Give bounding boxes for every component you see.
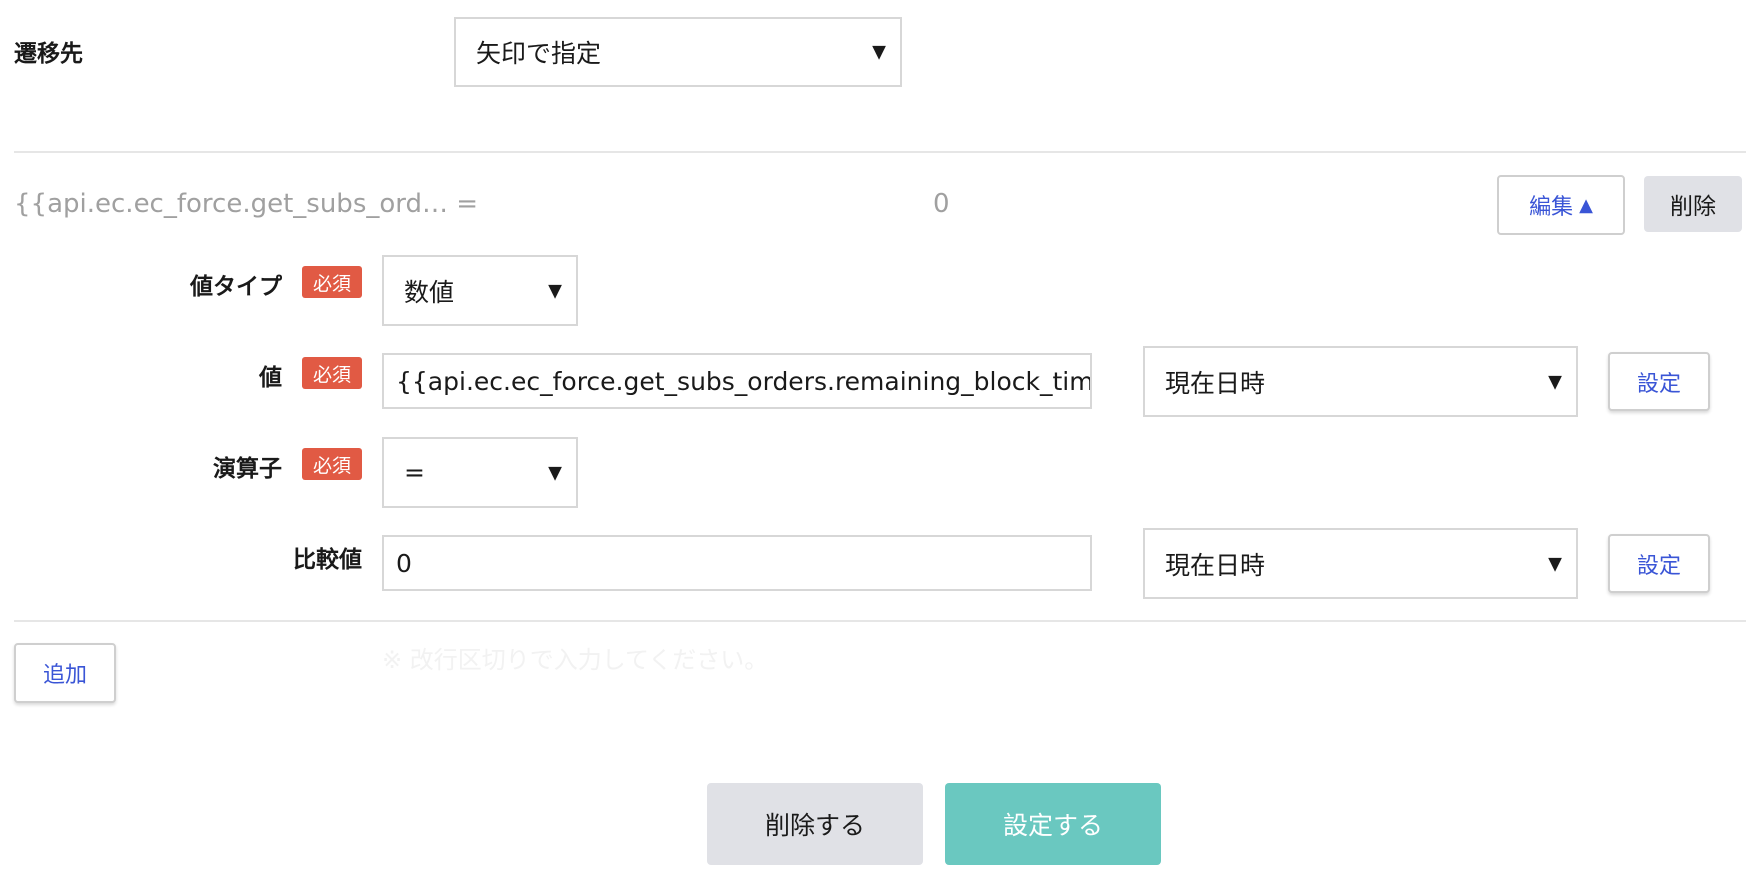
required-badge: 必須 [302,448,362,480]
chevron-down-icon: ▼ [1548,553,1562,574]
value-type-select[interactable]: 数値 ▼ [382,255,578,326]
value-input[interactable]: {{api.ec.ec_force.get_subs_orders.remain… [382,353,1092,409]
required-badge: 必須 [302,357,362,389]
chevron-down-icon: ▼ [1548,371,1562,392]
chevron-up-icon: ▲ [1579,194,1593,216]
value-input-text: {{api.ec.ec_force.get_subs_orders.remain… [396,366,1092,396]
value-set-button[interactable]: 設定 [1608,352,1710,411]
input-hint: ※ 改行区切りで入力してください。 [382,646,769,674]
condition-summary-expression: {{api.ec.ec_force.get_subs_ord… = [14,189,479,219]
add-button[interactable]: 追加 [14,643,116,703]
compare-datetime-select[interactable]: 現在日時 ▼ [1143,528,1578,599]
value-type-label: 値タイプ [190,274,282,300]
operator-label: 演算子 [213,456,282,482]
edit-button-label: 編集 [1529,195,1574,220]
compare-input-text: 0 [396,548,412,578]
operator-select[interactable]: = ▼ [382,437,578,508]
save-button[interactable]: 設定する [945,783,1161,865]
chevron-down-icon: ▼ [872,41,886,63]
value-label: 値 [259,365,282,391]
operator-select-value: = [404,458,425,487]
required-badge: 必須 [302,266,362,298]
edit-button[interactable]: 編集 ▲ [1497,175,1625,235]
delete-all-button[interactable]: 削除する [707,783,923,865]
section-divider-bottom [14,620,1746,622]
condition-delete-button[interactable]: 削除 [1644,176,1742,232]
compare-datetime-select-value: 現在日時 [1165,550,1266,580]
compare-input[interactable]: 0 [382,535,1092,591]
chevron-down-icon: ▼ [548,462,562,483]
value-datetime-select-value: 現在日時 [1165,368,1266,398]
condition-summary-value: 0 [933,189,950,219]
value-type-select-value: 数値 [404,277,455,307]
chevron-down-icon: ▼ [548,280,562,301]
transition-select-value: 矢印で指定 [476,39,602,68]
transition-label: 遷移先 [14,41,83,67]
section-divider-top [14,151,1746,153]
compare-set-button[interactable]: 設定 [1608,534,1710,593]
compare-label: 比較値 [293,547,362,573]
transition-select[interactable]: 矢印で指定 ▼ [454,17,902,87]
value-datetime-select[interactable]: 現在日時 ▼ [1143,346,1578,417]
